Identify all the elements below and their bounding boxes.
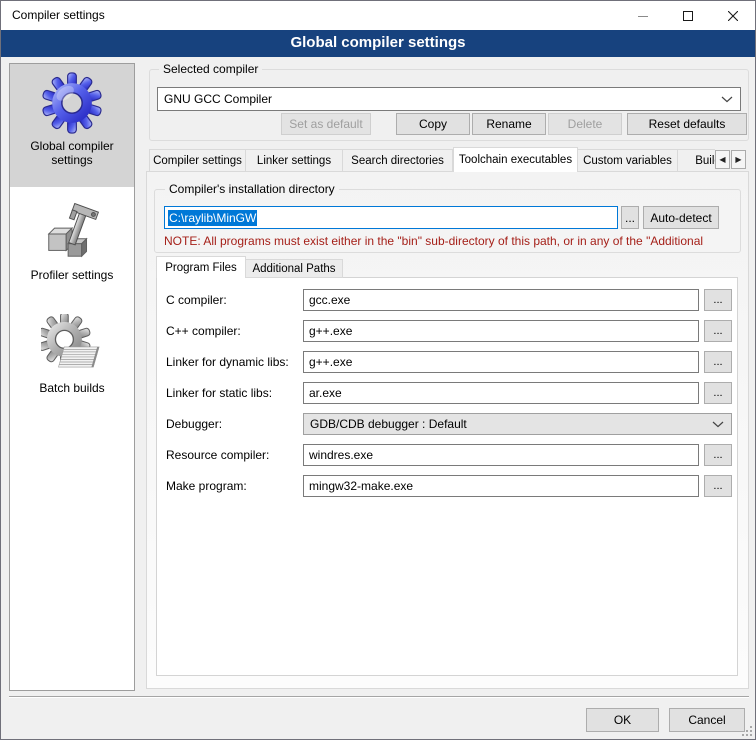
minimize-icon — [638, 11, 648, 21]
copy-button[interactable]: Copy — [396, 113, 470, 135]
set-as-default-button[interactable]: Set as default — [281, 113, 371, 135]
linker-static-label: Linker for static libs: — [166, 382, 298, 404]
resource-compiler-input[interactable] — [303, 444, 699, 466]
browse-directory-button[interactable]: ... — [621, 206, 639, 229]
compiler-settings-dialog: Compiler settings Global compiler settin… — [0, 0, 756, 740]
linker-static-browse-button[interactable]: ... — [704, 382, 732, 404]
c-compiler-label: C compiler: — [166, 289, 298, 311]
sidebar-item-label: Profiler settings — [20, 268, 124, 282]
linker-dynamic-browse-button[interactable]: ... — [704, 351, 732, 373]
settings-category-list: Global compiler settings — [9, 63, 135, 691]
tab-linker-settings[interactable]: Linker settings — [246, 149, 343, 172]
cpp-compiler-label: C++ compiler: — [166, 320, 298, 342]
maximize-button[interactable] — [665, 1, 710, 30]
gear-stack-icon — [10, 314, 134, 379]
subtab-additional-paths[interactable]: Additional Paths — [246, 259, 343, 278]
rename-button[interactable]: Rename — [472, 113, 546, 135]
cpp-compiler-browse-button[interactable]: ... — [704, 320, 732, 342]
c-compiler-input[interactable] — [303, 289, 699, 311]
maximize-icon — [683, 11, 693, 21]
chevron-down-icon — [721, 96, 733, 103]
program-files-tab-bar: Program Files Additional Paths — [156, 256, 343, 278]
chevron-down-icon — [712, 421, 724, 428]
tab-compiler-settings[interactable]: Compiler settings — [149, 149, 246, 172]
sidebar-item-global-compiler-settings[interactable]: Global compiler settings — [10, 64, 134, 187]
settings-tab-bar: Compiler settings Linker settings Search… — [149, 147, 715, 172]
selected-compiler-group-label: Selected compiler — [159, 62, 262, 76]
minimize-button[interactable] — [620, 1, 665, 30]
footer-divider — [9, 696, 749, 698]
sidebar-item-batch-builds[interactable]: Batch builds — [10, 294, 134, 412]
close-icon — [728, 11, 738, 21]
linker-dynamic-label: Linker for dynamic libs: — [166, 351, 298, 373]
installation-directory-input[interactable]: C:\raylib\MinGW — [164, 206, 618, 229]
tab-scroll-left-button[interactable]: ◀ — [715, 150, 730, 169]
debugger-select[interactable]: GDB/CDB debugger : Default — [303, 413, 732, 435]
installation-directory-group-label: Compiler's installation directory — [165, 182, 339, 196]
compiler-select[interactable]: GNU GCC Compiler — [157, 87, 741, 111]
tab-custom-variables[interactable]: Custom variables — [578, 149, 678, 172]
subtab-program-files[interactable]: Program Files — [156, 256, 246, 278]
compiler-select-value: GNU GCC Compiler — [158, 92, 721, 106]
bin-subdirectory-note: NOTE: All programs must exist either in … — [164, 234, 738, 248]
installation-directory-value: C:\raylib\MinGW — [168, 210, 257, 226]
title-bar: Compiler settings — [1, 1, 755, 30]
debugger-select-value: GDB/CDB debugger : Default — [304, 417, 712, 431]
tab-toolchain-executables[interactable]: Toolchain executables — [453, 147, 578, 172]
resource-compiler-label: Resource compiler: — [166, 444, 298, 466]
auto-detect-button[interactable]: Auto-detect — [643, 206, 719, 229]
tab-search-directories[interactable]: Search directories — [343, 149, 453, 172]
make-program-input[interactable] — [303, 475, 699, 497]
cpp-compiler-input[interactable] — [303, 320, 699, 342]
close-button[interactable] — [710, 1, 755, 30]
gear-blue-icon — [10, 72, 134, 137]
resize-grip[interactable] — [742, 726, 752, 736]
sidebar-item-label: Global compiler settings — [20, 139, 124, 167]
caliper-icon — [10, 201, 134, 266]
cancel-button[interactable]: Cancel — [669, 708, 745, 732]
sidebar-item-label: Batch builds — [20, 381, 124, 395]
linker-dynamic-input[interactable] — [303, 351, 699, 373]
reset-defaults-button[interactable]: Reset defaults — [627, 113, 747, 135]
ok-button[interactable]: OK — [586, 708, 659, 732]
arrow-left-icon: ◀ — [719, 155, 725, 164]
linker-static-input[interactable] — [303, 382, 699, 404]
arrow-right-icon: ▶ — [735, 155, 741, 164]
resource-compiler-browse-button[interactable]: ... — [704, 444, 732, 466]
tab-build-options[interactable]: Build — [678, 149, 715, 172]
delete-button[interactable]: Delete — [548, 113, 622, 135]
sidebar-item-profiler-settings[interactable]: Profiler settings — [10, 187, 134, 294]
page-title: Global compiler settings — [1, 30, 755, 57]
window-title: Compiler settings — [12, 1, 105, 30]
make-program-label: Make program: — [166, 475, 298, 497]
make-program-browse-button[interactable]: ... — [704, 475, 732, 497]
c-compiler-browse-button[interactable]: ... — [704, 289, 732, 311]
tab-scroll-right-button[interactable]: ▶ — [731, 150, 746, 169]
debugger-label: Debugger: — [166, 413, 298, 435]
